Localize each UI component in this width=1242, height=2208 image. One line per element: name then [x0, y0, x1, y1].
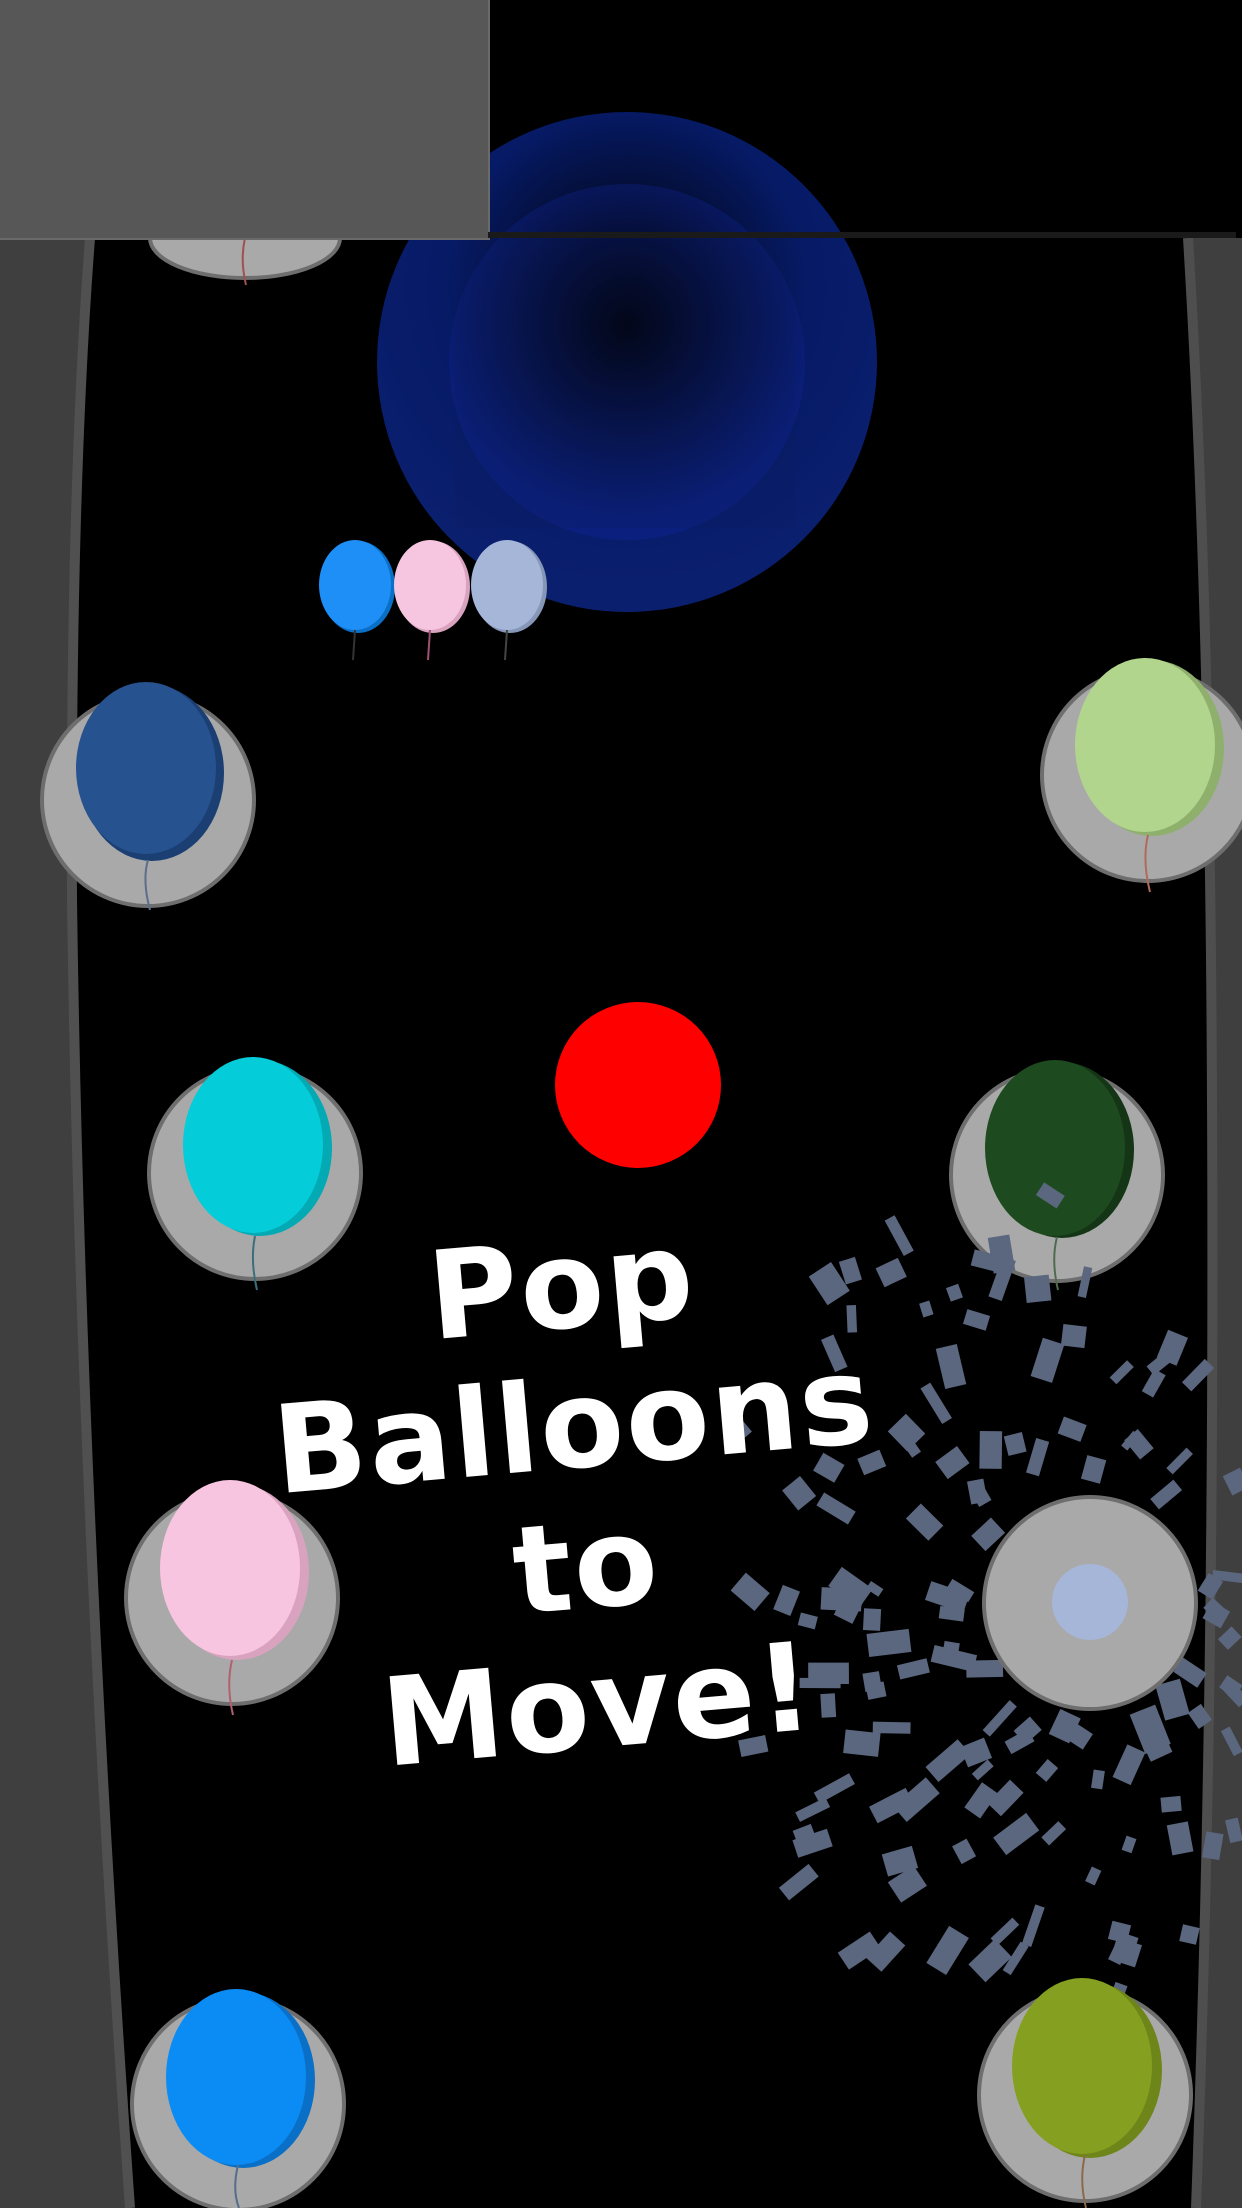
queued-balloon	[394, 540, 466, 630]
confetti-piece	[993, 1812, 1040, 1856]
confetti-piece	[1166, 1821, 1194, 1856]
confetti-piece	[1091, 1769, 1105, 1790]
confetti-piece	[1112, 1744, 1146, 1786]
balloon[interactable]	[166, 1989, 306, 2165]
confetti-piece	[813, 1773, 855, 1804]
confetti-piece	[926, 1925, 969, 1976]
balloon[interactable]	[76, 682, 216, 854]
confetti-piece	[1160, 1795, 1182, 1813]
station-right-1[interactable]	[1040, 658, 1242, 893]
confetti-piece	[1121, 1835, 1137, 1854]
confetti-piece	[1085, 1866, 1102, 1886]
top-panel	[0, 0, 490, 240]
popped-balloon-remnant	[1052, 1564, 1128, 1640]
balloon[interactable]	[183, 1057, 323, 1233]
queued-balloons	[319, 540, 547, 661]
confetti-piece	[987, 1779, 1024, 1817]
confetti-piece	[1021, 1904, 1045, 1947]
confetti-piece	[1023, 1274, 1052, 1304]
confetti-piece	[795, 1797, 831, 1822]
station-right-4[interactable]	[977, 1978, 1193, 2208]
confetti-piece	[1057, 1416, 1087, 1442]
confetti-piece	[952, 1838, 977, 1865]
confetti-piece	[1124, 1429, 1154, 1460]
confetti-piece	[1041, 1821, 1067, 1846]
game-board	[0, 112, 1242, 2208]
confetti-piece	[1109, 1360, 1134, 1385]
confetti-piece	[968, 1939, 1012, 1983]
confetti-piece	[1155, 1678, 1190, 1721]
instruction-text: Pop Balloons to Move!	[107, 1177, 1052, 1814]
confetti-piece	[1150, 1479, 1183, 1510]
confetti-piece	[1030, 1337, 1065, 1383]
station-left-4[interactable]	[130, 1989, 346, 2208]
confetti-piece	[1060, 1324, 1087, 1349]
confetti-piece	[1166, 1447, 1193, 1475]
confetti-piece	[1035, 1759, 1059, 1782]
confetti-piece	[990, 1917, 1020, 1946]
queued-balloon	[471, 540, 543, 630]
confetti-piece	[1080, 1455, 1107, 1484]
balloon[interactable]	[1075, 658, 1215, 832]
player-ball[interactable]	[555, 1002, 721, 1168]
top-strip	[488, 232, 1236, 238]
confetti-piece	[1179, 1924, 1200, 1945]
confetti-piece	[778, 1863, 819, 1901]
balloon[interactable]	[1012, 1978, 1152, 2154]
queued-balloon	[319, 540, 391, 630]
